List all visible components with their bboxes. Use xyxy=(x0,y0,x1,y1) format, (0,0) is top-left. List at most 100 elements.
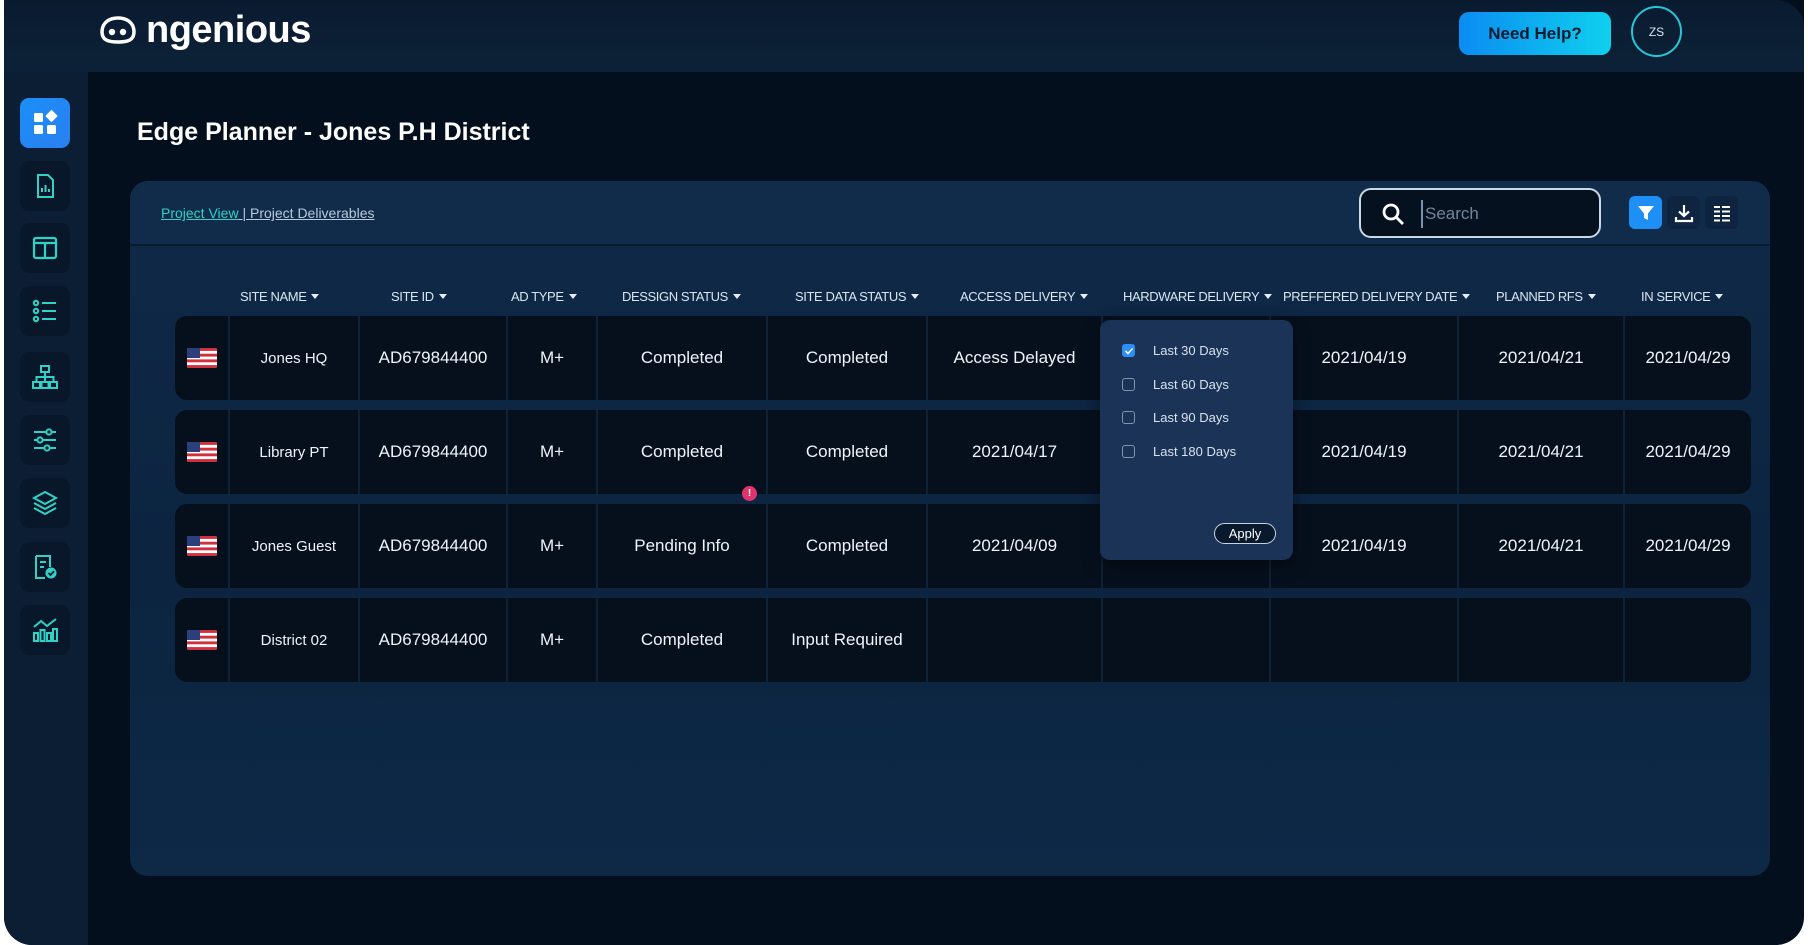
column-header-in-service[interactable]: IN SERVICE xyxy=(1641,289,1724,304)
cell-planned-rfs: 2021/04/21 xyxy=(1459,504,1625,588)
us-flag-icon xyxy=(186,536,217,556)
sidebar-item-layers[interactable] xyxy=(20,478,70,528)
report-icon xyxy=(37,174,54,198)
cell-site-id: AD679844400 xyxy=(360,316,508,400)
table-row[interactable]: Library PT AD679844400 M+ Completed Comp… xyxy=(175,410,1751,494)
filter-option-last-30-days[interactable]: Last 30 Days xyxy=(1122,343,1229,358)
cell-design-status: Pending Info xyxy=(598,504,768,588)
analytics-icon xyxy=(33,618,58,642)
cell-preferred-delivery-date: 2021/04/19 xyxy=(1271,316,1459,400)
apply-button[interactable]: Apply xyxy=(1214,523,1276,544)
cell-site-id: AD679844400 xyxy=(360,504,508,588)
checkbox[interactable] xyxy=(1122,378,1135,391)
sort-caret-icon xyxy=(1264,294,1273,299)
cell-site-id: AD679844400 xyxy=(360,598,508,682)
column-header-hardware-delivery[interactable]: HARDWARE DELIVERY xyxy=(1123,289,1273,304)
breadcrumb: Project View | Project Deliverables xyxy=(161,205,374,221)
cell-planned-rfs: 2021/04/21 xyxy=(1459,316,1625,400)
cell-preferred-delivery-date xyxy=(1271,598,1459,682)
cell-site-data-status: Completed xyxy=(768,316,928,400)
check-icon xyxy=(1124,347,1133,355)
sidebar xyxy=(4,72,88,945)
checkbox[interactable] xyxy=(1122,411,1135,424)
cell-ad-type: M+ xyxy=(508,316,598,400)
cell-hardware-delivery xyxy=(1103,598,1271,682)
cell-in-service: 2021/04/29 xyxy=(1645,442,1731,461)
sidebar-item-dashboard[interactable] xyxy=(20,98,70,148)
checkbox[interactable] xyxy=(1122,445,1135,458)
cell-site-name: Jones Guest xyxy=(230,504,360,588)
search-icon xyxy=(1382,203,1404,225)
column-header-planned-rfs[interactable]: PLANNED RFS xyxy=(1496,289,1596,304)
cell-site-data-status: Completed xyxy=(768,504,928,588)
cell-design-status: Completed xyxy=(598,598,768,682)
layers-icon xyxy=(31,490,59,516)
sidebar-item-analytics[interactable] xyxy=(20,605,70,655)
cell-access-delivery: Access Delayed xyxy=(928,316,1103,400)
breadcrumb-current[interactable]: | Project Deliverables xyxy=(239,205,374,221)
cell-site-id: AD679844400 xyxy=(360,410,508,494)
cell-preferred-delivery-date: 2021/04/19 xyxy=(1271,410,1459,494)
cell-access-delivery: 2021/04/09 xyxy=(928,504,1103,588)
column-header-ad-type[interactable]: AD TYPE xyxy=(511,289,577,304)
network-icon xyxy=(32,365,58,389)
column-settings-button[interactable] xyxy=(1705,196,1738,229)
sidebar-item-settings[interactable] xyxy=(20,415,70,465)
sidebar-item-tasks[interactable] xyxy=(20,542,70,592)
need-help-button[interactable]: Need Help? xyxy=(1459,12,1611,55)
cell-in-service: 2021/04/29 xyxy=(1645,348,1731,367)
sort-caret-icon xyxy=(311,294,320,299)
download-icon xyxy=(1674,204,1693,222)
app-frame: ngenious Need Help? ZS Edge Planner - Jo… xyxy=(4,0,1804,945)
cell-site-name: District 02 xyxy=(230,598,360,682)
sort-caret-icon xyxy=(1587,294,1596,299)
cell-preferred-delivery-date: 2021/04/19 xyxy=(1271,504,1459,588)
download-button[interactable] xyxy=(1667,196,1700,229)
logo[interactable]: ngenious xyxy=(98,8,311,52)
sort-caret-icon xyxy=(1715,294,1724,299)
cell-planned-rfs xyxy=(1459,598,1625,682)
cell-access-delivery xyxy=(928,598,1103,682)
top-bar: ngenious Need Help? ZS xyxy=(4,0,1804,72)
column-header-preferred-delivery-date[interactable]: PREFFERED DELIVERY DATE xyxy=(1283,289,1471,304)
sidebar-item-list[interactable] xyxy=(20,286,70,336)
filter-option-last-90-days[interactable]: Last 90 Days xyxy=(1122,410,1229,425)
alert-badge[interactable]: ! xyxy=(742,486,757,501)
deliverables-panel: Project View | Project Deliverables Sear… xyxy=(130,181,1770,876)
cell-site-data-status: Input Required xyxy=(768,598,928,682)
sidebar-item-reports[interactable] xyxy=(20,161,70,211)
column-header-access-delivery[interactable]: ACCESS DELIVERY xyxy=(960,289,1089,304)
search-input[interactable] xyxy=(1421,200,1581,228)
cell-ad-type: M+ xyxy=(508,410,598,494)
column-header-design-status[interactable]: DESSIGN STATUS xyxy=(622,289,741,304)
columns-icon xyxy=(32,236,58,260)
search-box[interactable] xyxy=(1359,188,1601,238)
filter-button[interactable] xyxy=(1629,196,1662,229)
hardware-delivery-filter-dropdown: Last 30 Days Last 60 Days Last 90 Days L… xyxy=(1100,320,1293,560)
us-flag-icon xyxy=(186,442,217,462)
columns-list-icon xyxy=(1713,205,1730,221)
sidebar-item-network[interactable] xyxy=(20,352,70,402)
table-row[interactable]: Jones HQ AD679844400 M+ Completed Comple… xyxy=(175,316,1751,400)
logo-text: ngenious xyxy=(146,9,311,51)
column-header-site-name[interactable]: SITE NAME xyxy=(240,289,320,304)
cell-site-name: Library PT xyxy=(230,410,360,494)
us-flag-icon xyxy=(186,630,217,650)
avatar[interactable]: ZS xyxy=(1631,6,1682,57)
sidebar-item-columns[interactable] xyxy=(20,223,70,273)
page-title: Edge Planner - Jones P.H District xyxy=(137,118,530,146)
cell-planned-rfs: 2021/04/21 xyxy=(1459,410,1625,494)
column-header-site-data-status[interactable]: SITE DATA STATUS xyxy=(795,289,920,304)
filter-option-last-60-days[interactable]: Last 60 Days xyxy=(1122,377,1229,392)
breadcrumb-project-view-link[interactable]: Project View xyxy=(161,205,239,221)
sort-caret-icon xyxy=(568,294,577,299)
filter-option-last-180-days[interactable]: Last 180 Days xyxy=(1122,444,1236,459)
checkbox[interactable] xyxy=(1122,344,1135,357)
table-row[interactable]: District 02 AD679844400 M+ Completed Inp… xyxy=(175,598,1751,682)
cell-access-delivery: 2021/04/17 xyxy=(928,410,1103,494)
table-row[interactable]: ! Jones Guest AD679844400 M+ Pending Inf… xyxy=(175,486,1751,588)
sort-caret-icon xyxy=(1080,294,1089,299)
sort-caret-icon xyxy=(1462,294,1471,299)
column-header-site-id[interactable]: SITE ID xyxy=(391,289,447,304)
sort-caret-icon xyxy=(911,294,920,299)
